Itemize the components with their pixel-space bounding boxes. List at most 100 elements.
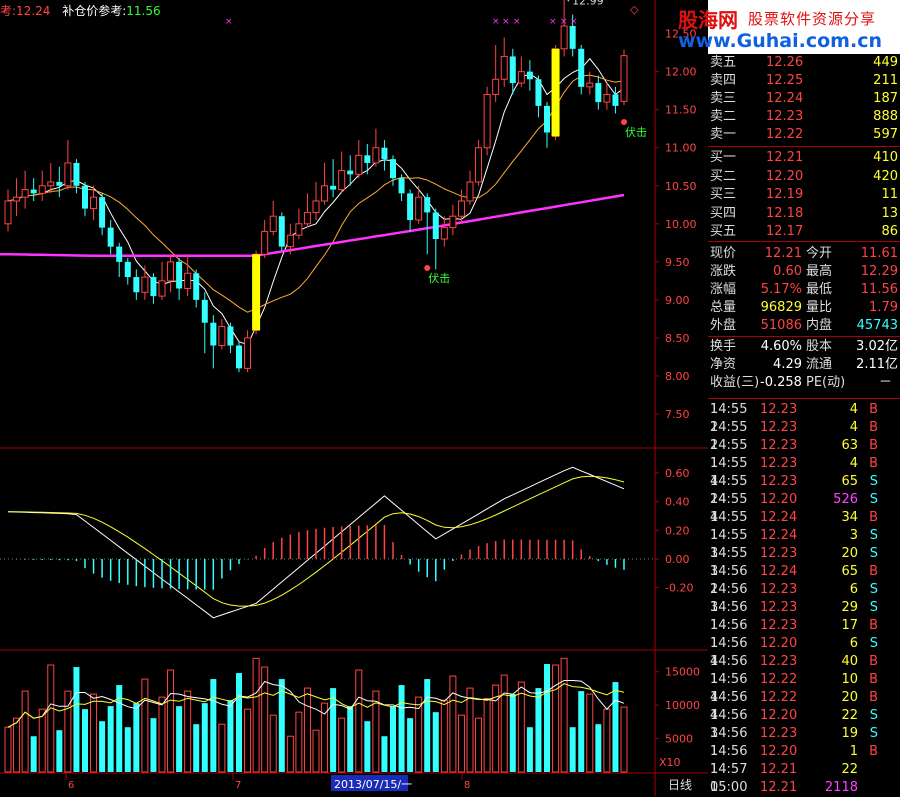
pe-label: PE(动) bbox=[806, 375, 846, 390]
volume-bar bbox=[560, 657, 568, 773]
vol-axis-label: 15000 bbox=[665, 666, 700, 679]
ask-label: 卖四 bbox=[710, 73, 737, 88]
volume-bar bbox=[210, 679, 217, 772]
candle-body bbox=[107, 227, 114, 247]
tick-count: 1 bbox=[710, 762, 719, 777]
tick-row: 14:56 12.23 29 S 3 bbox=[708, 599, 900, 617]
price-axis-label: 10.50 bbox=[665, 180, 697, 193]
candle-body bbox=[330, 185, 337, 190]
candle-body bbox=[4, 200, 12, 225]
candle-body bbox=[432, 212, 439, 240]
candle-body bbox=[449, 215, 457, 229]
candle bbox=[483, 86, 491, 156]
candle-body bbox=[595, 83, 602, 103]
volume-bar bbox=[99, 721, 106, 772]
bid-volume: 420 bbox=[873, 168, 898, 184]
ask-price: 12.23 bbox=[766, 109, 804, 124]
candle-body bbox=[38, 185, 46, 194]
candle-body bbox=[269, 215, 277, 232]
logo-name: 股海网 bbox=[678, 8, 738, 32]
macd-axis-label: 0.60 bbox=[665, 467, 690, 480]
divider bbox=[708, 398, 900, 399]
ask-label: 卖五 bbox=[710, 55, 737, 70]
candle-body bbox=[517, 71, 525, 84]
quote-label: 现价 bbox=[710, 246, 737, 261]
diamond-icon[interactable]: ◇ bbox=[630, 3, 638, 16]
chart-bg bbox=[0, 0, 708, 796]
candle-body bbox=[347, 170, 354, 175]
candle-body bbox=[210, 322, 217, 346]
tick-row: 14:56 12.22 20 B 4 bbox=[708, 689, 900, 707]
volume-bar bbox=[21, 690, 29, 773]
eps-label: 收益(三) bbox=[710, 375, 760, 390]
quote-panel: 股海网 股票软件资源分享 www.Guhai.com.cn 卖五 12.26 449… bbox=[678, 0, 900, 796]
volume-bar bbox=[544, 664, 550, 772]
ask-label: 卖三 bbox=[710, 91, 737, 106]
date-label: 8 bbox=[464, 780, 470, 791]
signal-bar bbox=[252, 254, 261, 331]
candle-body bbox=[492, 78, 500, 95]
macd-axis-label: 0.20 bbox=[665, 524, 690, 537]
price-axis-label: 8.00 bbox=[665, 370, 690, 383]
volume-bar bbox=[193, 724, 200, 772]
logo-url: www.Guhai.com.cn bbox=[678, 30, 882, 52]
volume-bar bbox=[47, 664, 55, 773]
bid-price: 12.18 bbox=[766, 205, 804, 221]
quote-label: 换手 bbox=[710, 339, 737, 354]
ask-price: 12.22 bbox=[766, 127, 804, 142]
ask-price: 12.24 bbox=[766, 91, 804, 106]
quote-label: 涨跌 bbox=[710, 264, 737, 279]
price-axis-label: 9.50 bbox=[665, 256, 690, 269]
tick-count: 2 bbox=[710, 420, 719, 435]
bid-label: 买五 bbox=[710, 224, 737, 239]
divider bbox=[708, 241, 900, 242]
candle-body bbox=[176, 261, 183, 289]
bid-row: 买五 12.17 86 bbox=[708, 223, 900, 241]
bid-price: 12.19 bbox=[766, 187, 804, 202]
candle-body bbox=[158, 280, 166, 297]
tick-row: 14:55 12.24 3 S 1 bbox=[708, 527, 900, 545]
bid-row: 买一 12.21 410 bbox=[708, 149, 900, 167]
volume-bar bbox=[338, 717, 346, 773]
marker-icon: × bbox=[560, 17, 568, 27]
volume-bar bbox=[141, 678, 149, 773]
volume-bar bbox=[509, 694, 516, 772]
marker-icon: × bbox=[225, 17, 233, 27]
vol-axis-label: 5000 bbox=[665, 733, 693, 746]
ask-label: 卖二 bbox=[710, 109, 737, 124]
macd-axis-label: -0.20 bbox=[665, 582, 693, 595]
tick-row: 14:57 12.21 22 1 bbox=[708, 761, 900, 779]
quote-row: 总量 96829 量比 1.79 bbox=[708, 299, 900, 317]
ref-value: 12.24 bbox=[16, 4, 51, 18]
quote-value: 11.61 bbox=[860, 246, 898, 261]
candle-body bbox=[133, 277, 140, 293]
kline-chart[interactable]: 12.00 11.50 11.00 10.50 10.00 9.50 9.00 8.50 8.0… bbox=[0, 0, 708, 796]
quote-value: 12.29 bbox=[860, 264, 898, 279]
bid-volume: 13 bbox=[881, 205, 898, 221]
volume-bar bbox=[201, 703, 208, 772]
tick-row: 14:55 12.23 63 B 2 bbox=[708, 437, 900, 455]
ask-price: 12.26 bbox=[766, 55, 804, 70]
volume-bar bbox=[303, 687, 311, 773]
candle-body bbox=[372, 147, 380, 164]
tick-count: 4 bbox=[710, 654, 719, 669]
tick-count: 3 bbox=[710, 546, 719, 561]
candle-body bbox=[278, 216, 285, 247]
candle-body bbox=[364, 155, 371, 163]
bid-label: 买二 bbox=[710, 168, 737, 184]
candle-body bbox=[535, 79, 542, 106]
tick-row: 14:55 12.23 65 S 4 bbox=[708, 473, 900, 491]
volume-bar bbox=[330, 688, 337, 772]
volume-bar bbox=[603, 708, 611, 773]
bid-label: 买四 bbox=[710, 205, 737, 221]
tick-count: 2 bbox=[710, 438, 719, 453]
candle-body bbox=[261, 230, 269, 255]
volume-bar bbox=[184, 690, 192, 773]
ask-price: 12.25 bbox=[766, 73, 804, 88]
volume-bar bbox=[286, 735, 294, 773]
tick-count: 1 bbox=[710, 744, 719, 759]
macd-axis-label: 0.40 bbox=[665, 496, 690, 509]
volume-bar bbox=[595, 724, 602, 772]
volume-bar bbox=[176, 706, 183, 772]
tick-count: 4 bbox=[710, 708, 719, 723]
